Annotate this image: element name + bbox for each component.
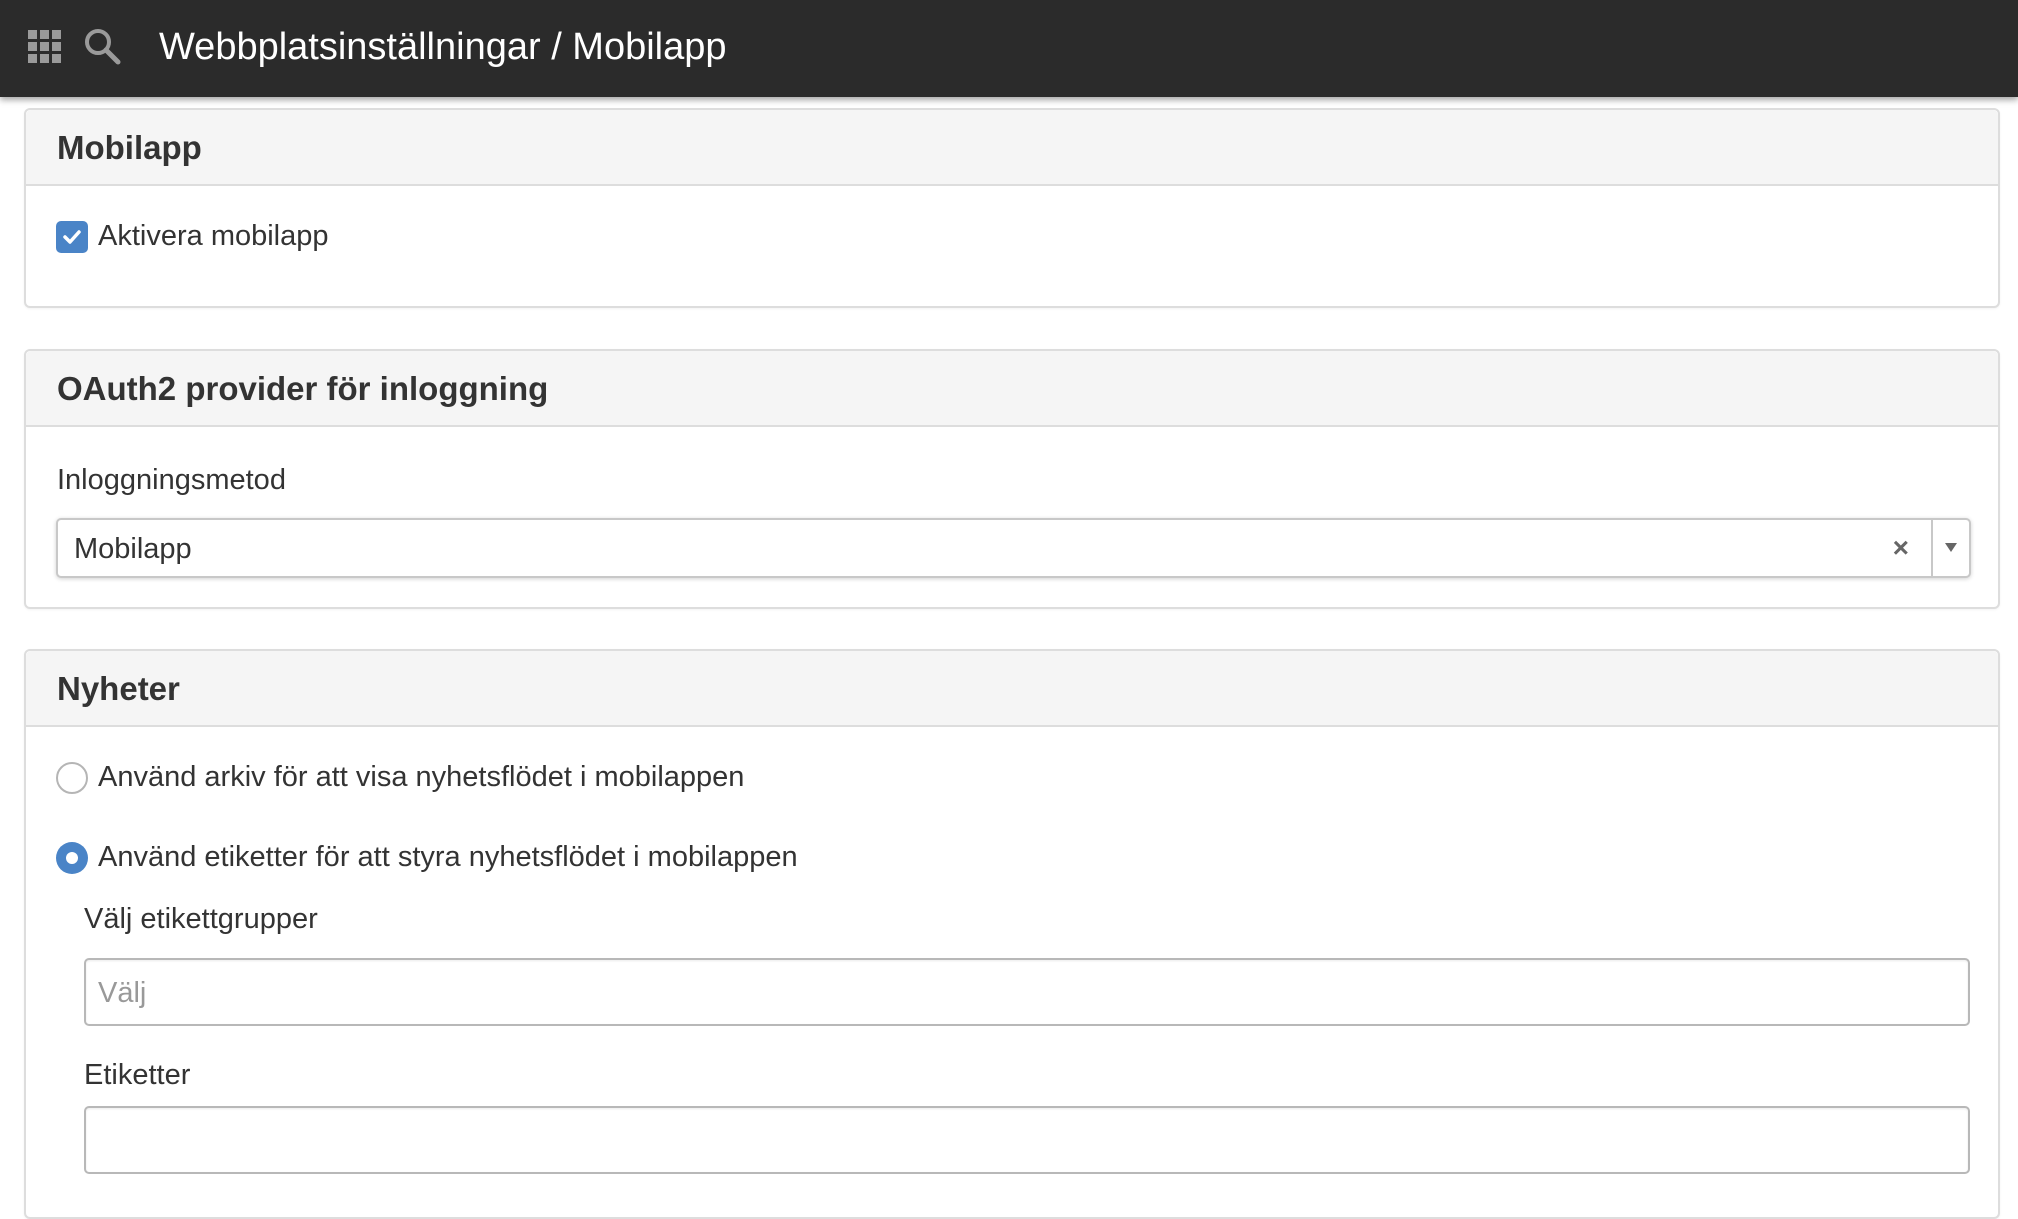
tags-input[interactable] — [84, 1106, 1970, 1174]
enable-mobile-app-checkbox[interactable] — [56, 220, 88, 253]
search-icon[interactable] — [82, 26, 122, 66]
apps-grid-icon[interactable] — [28, 30, 62, 64]
page-title: Webbplatsinställningar / Mobilapp — [159, 26, 727, 68]
login-method-value: Mobilapp — [74, 533, 192, 565]
enable-mobile-app-label: Aktivera mobilapp — [98, 220, 329, 252]
tag-groups-placeholder: Välj — [98, 977, 147, 1009]
archive-radio[interactable] — [56, 761, 88, 794]
tags-label: Etiketter — [84, 1059, 191, 1091]
tags-radio-label: Använd etiketter för att styra nyhetsflö… — [98, 841, 798, 873]
clear-selection-icon[interactable]: × — [1893, 530, 1909, 566]
enable-mobile-app-option[interactable]: Aktivera mobilapp — [56, 220, 329, 253]
tag-groups-input[interactable]: Välj — [84, 958, 1970, 1026]
news-panel: Nyheter Använd arkiv för att visa nyhets… — [24, 649, 2000, 1219]
mobilapp-panel: Mobilapp Aktivera mobilapp — [24, 108, 2000, 308]
checkmark-icon — [63, 229, 81, 244]
chevron-down-icon[interactable] — [1945, 543, 1957, 552]
login-method-label: Inloggningsmetod — [57, 464, 286, 496]
oauth-panel: OAuth2 provider för inloggning Inloggnin… — [24, 349, 2000, 609]
news-option-tags[interactable]: Använd etiketter för att styra nyhetsflö… — [56, 841, 798, 874]
top-bar: Webbplatsinställningar / Mobilapp — [0, 0, 2018, 97]
news-option-archive[interactable]: Använd arkiv för att visa nyhetsflödet i… — [56, 761, 744, 794]
news-panel-title: Nyheter — [26, 651, 1998, 727]
archive-radio-label: Använd arkiv för att visa nyhetsflödet i… — [98, 761, 745, 793]
select-divider — [1931, 520, 1933, 576]
login-method-select[interactable]: Mobilapp × — [56, 518, 1971, 578]
tag-groups-label: Välj etikettgrupper — [84, 903, 318, 935]
tags-radio[interactable] — [56, 841, 88, 874]
oauth-panel-title: OAuth2 provider för inloggning — [26, 351, 1998, 427]
mobilapp-panel-title: Mobilapp — [26, 110, 1998, 186]
